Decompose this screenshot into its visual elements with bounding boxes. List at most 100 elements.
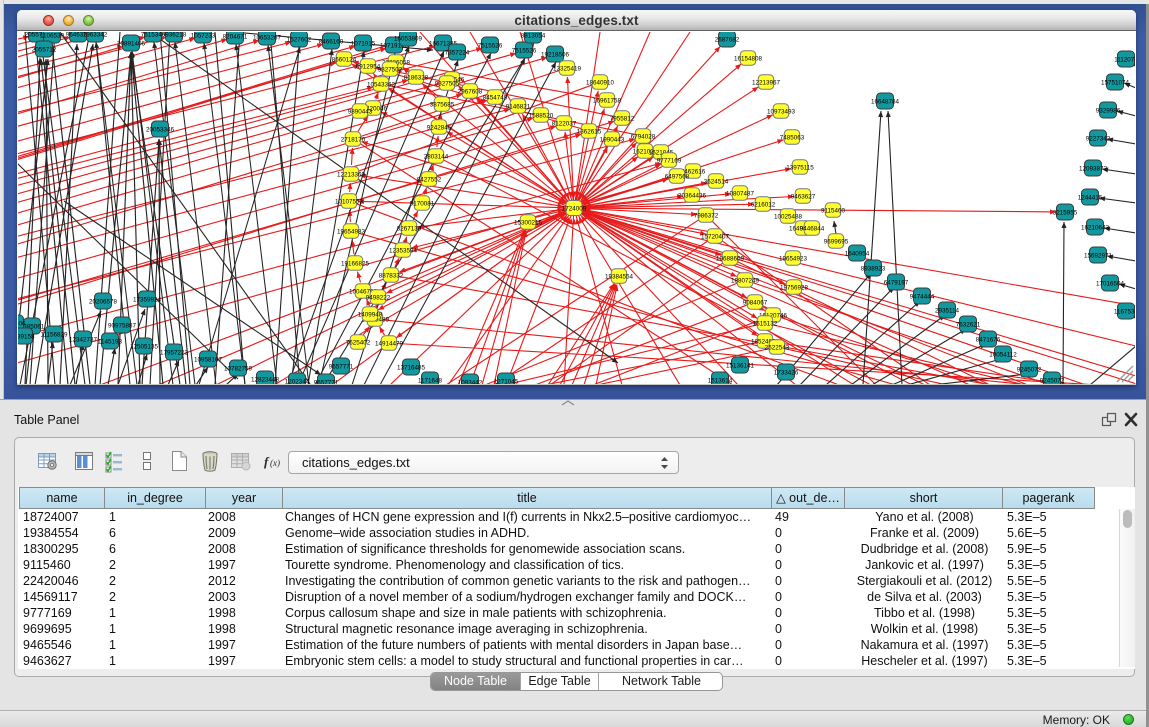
svg-text:9699695: 9699695 (824, 238, 849, 245)
svg-text:20364436: 20364436 (678, 192, 707, 199)
svg-text:17957223: 17957223 (160, 349, 189, 356)
svg-text:19218506: 19218506 (541, 51, 570, 58)
svg-text:2718170: 2718170 (341, 136, 366, 143)
svg-text:12213967: 12213967 (752, 79, 781, 86)
svg-text:9777169: 9777169 (657, 157, 682, 164)
svg-text:1724009: 1724009 (562, 205, 587, 212)
svg-text:1513614: 1513614 (708, 377, 733, 384)
svg-text:1112074: 1112074 (1114, 56, 1135, 63)
svg-text:15300215: 15300215 (514, 219, 543, 226)
svg-text:12093872: 12093872 (1079, 165, 1108, 172)
svg-text:9890443: 9890443 (348, 108, 373, 115)
svg-text:1093442: 1093442 (458, 379, 483, 384)
svg-text:15692971: 15692971 (1084, 252, 1113, 259)
svg-text:10543362: 10543362 (367, 81, 396, 88)
svg-text:3624514: 3624514 (704, 178, 729, 185)
svg-text:9327502: 9327502 (378, 66, 403, 73)
svg-text:14914479: 14914479 (375, 340, 404, 347)
svg-text:16154808: 16154808 (734, 55, 763, 62)
svg-text:9245072: 9245072 (1040, 377, 1065, 384)
svg-text:15136141: 15136141 (726, 362, 755, 369)
svg-text:8427552: 8427552 (417, 176, 442, 183)
svg-text:16648784: 16648784 (871, 98, 900, 105)
svg-text:2803144: 2803144 (424, 153, 449, 160)
svg-text:7485063: 7485063 (780, 134, 805, 141)
svg-text:1171648: 1171648 (418, 377, 443, 384)
svg-text:1362615: 1362615 (577, 128, 602, 135)
svg-text:2055712: 2055712 (32, 46, 57, 53)
svg-text:12213369: 12213369 (337, 171, 366, 178)
svg-text:1990443: 1990443 (600, 136, 625, 143)
svg-text:9170081: 9170081 (410, 200, 435, 207)
svg-text:9329986: 9329986 (1096, 107, 1121, 114)
svg-text:19654983: 19654983 (337, 228, 366, 235)
svg-text:8878332: 8878332 (379, 272, 404, 279)
svg-text:6216012: 6216012 (751, 201, 776, 208)
svg-text:10054112: 10054112 (989, 351, 1017, 358)
svg-text:12505135: 12505135 (130, 343, 159, 350)
svg-text:8122037: 8122037 (552, 120, 577, 127)
svg-text:13716485: 13716485 (397, 364, 426, 371)
svg-text:(x): (x) (270, 458, 280, 468)
svg-text:8267130: 8267130 (397, 225, 422, 232)
svg-text:7632621: 7632621 (956, 321, 981, 328)
svg-text:1409948: 1409948 (358, 311, 383, 318)
svg-text:19654923: 19654923 (779, 255, 808, 262)
svg-text:1963342: 1963342 (83, 32, 108, 38)
svg-text:12353594: 12353594 (389, 247, 418, 254)
svg-text:2967608: 2967608 (458, 88, 483, 95)
svg-text:1733426: 1733426 (774, 369, 799, 376)
svg-text:10107553: 10107553 (335, 198, 364, 205)
svg-text:10807487: 10807487 (726, 190, 755, 197)
svg-text:9245072: 9245072 (1017, 366, 1042, 373)
svg-text:2687682: 2687682 (715, 36, 740, 43)
svg-text:19756928: 19756928 (780, 284, 809, 291)
svg-text:7515526: 7515526 (478, 42, 503, 49)
svg-text:8186328: 8186328 (404, 74, 429, 81)
svg-text:1145193: 1145193 (98, 338, 123, 345)
svg-text:6479197: 6479197 (884, 279, 909, 286)
svg-text:3875685: 3875685 (430, 101, 455, 108)
svg-text:9657771: 9657771 (314, 379, 339, 384)
svg-text:7625402: 7625402 (346, 339, 371, 346)
svg-text:8471676: 8471676 (976, 336, 1001, 343)
svg-text:11156829: 11156829 (40, 331, 68, 338)
svg-text:9084067: 9084067 (743, 299, 768, 306)
svg-text:1071915: 1071915 (351, 40, 376, 47)
svg-text:15751074: 15751074 (1101, 79, 1130, 86)
svg-text:10688609: 10688609 (716, 255, 745, 262)
svg-text:1057233: 1057233 (191, 32, 216, 39)
svg-text:3215955: 3215955 (1053, 209, 1078, 216)
svg-text:18640910: 18640910 (586, 79, 615, 86)
svg-text:90975887: 90975887 (108, 322, 137, 329)
svg-text:939158: 939158 (18, 333, 35, 340)
svg-text:9115460: 9115460 (821, 207, 846, 214)
svg-text:1527602: 1527602 (287, 36, 312, 43)
svg-text:9474444: 9474444 (910, 293, 935, 300)
svg-text:9242845: 9242845 (427, 124, 452, 131)
svg-text:10653267: 10653267 (253, 34, 282, 41)
svg-text:1588520: 1588520 (529, 112, 554, 119)
svg-text:20206578: 20206578 (89, 298, 118, 305)
svg-text:6497568: 6497568 (665, 173, 690, 180)
svg-text:1244415: 1244415 (1078, 194, 1103, 201)
svg-text:10958107: 10958107 (194, 356, 223, 363)
svg-text:20891406: 20891406 (117, 40, 146, 47)
svg-text:17359924: 17359924 (133, 296, 162, 303)
svg-text:7357224: 7357224 (445, 49, 470, 56)
svg-text:19384554: 19384554 (605, 273, 634, 280)
svg-text:9498222: 9498222 (366, 294, 391, 301)
svg-text:10025488: 10025488 (774, 213, 803, 220)
svg-text:1640954: 1640954 (845, 250, 870, 257)
svg-text:9936218: 9936218 (162, 32, 187, 38)
svg-text:9146821: 9146821 (506, 103, 531, 110)
svg-text:8454749: 8454749 (483, 94, 508, 101)
svg-text:9657771: 9657771 (329, 363, 354, 370)
svg-text:1202344: 1202344 (285, 378, 310, 384)
svg-text:16053809: 16053809 (394, 35, 423, 42)
svg-text:13975115: 13975115 (786, 164, 814, 171)
svg-text:8660124: 8660124 (332, 56, 357, 63)
svg-text:2522543: 2522543 (765, 344, 790, 351)
svg-text:8813054: 8813054 (521, 32, 546, 39)
svg-text:6794028: 6794028 (631, 133, 656, 140)
